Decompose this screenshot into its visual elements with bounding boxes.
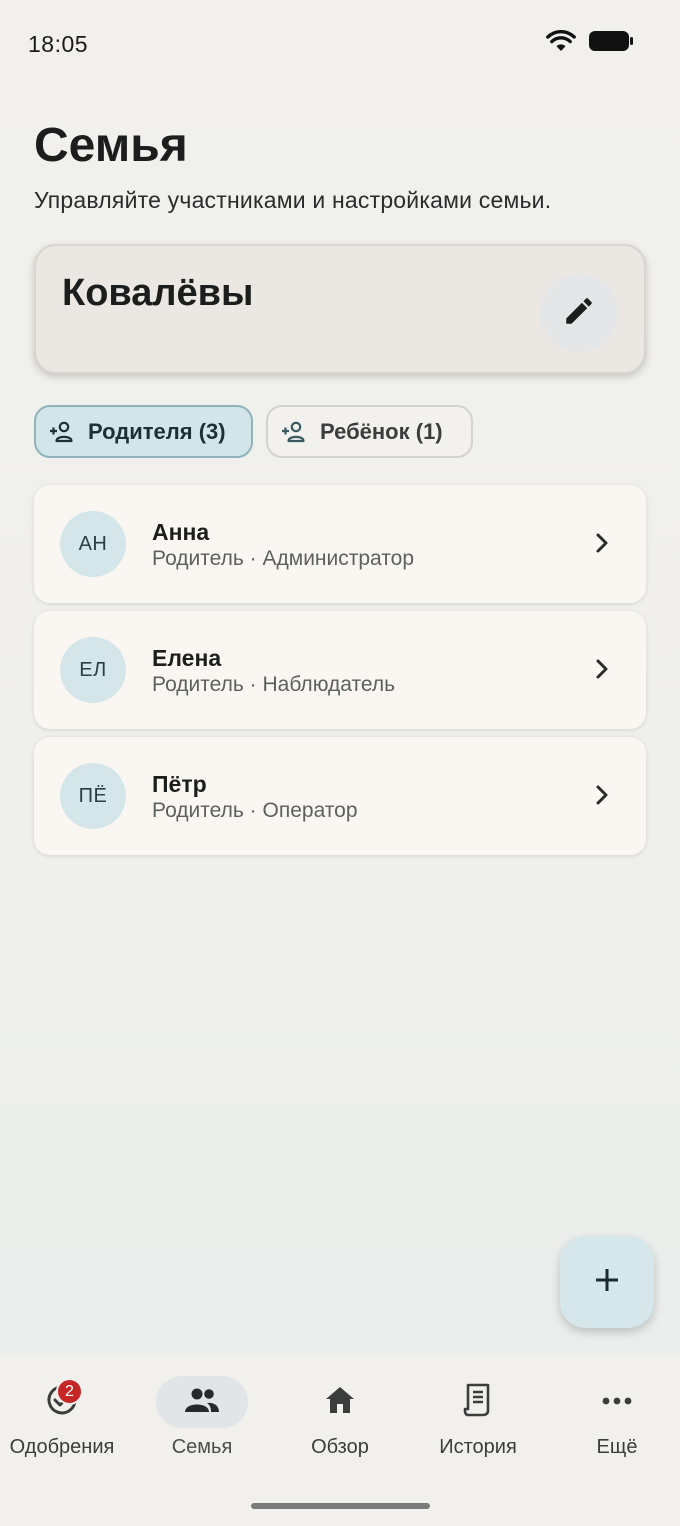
nav-icon-wrap [432,1376,524,1428]
page-subtitle: Управляйте участниками и настройками сем… [34,187,552,213]
people-icon [183,1386,221,1419]
page-title: Семья [34,119,188,172]
member-name: Анна [152,519,210,545]
nav-icon-wrap [571,1376,663,1428]
avatar: ЕЛ [60,637,126,703]
status-icons [546,30,634,52]
add-member-button[interactable] [560,1236,654,1328]
nav-label: Одобрения [9,1436,115,1458]
home-indicator[interactable] [251,1503,430,1509]
approvals-badge: 2 [56,1378,83,1405]
family-name: Ковалёвы [62,272,254,314]
filter-chip-label: Родителя (3) [88,418,226,444]
chevron-right-icon [592,529,612,562]
chevron-right-icon [592,781,612,814]
member-name: Пётр [152,771,207,797]
nav-icon-wrap [156,1376,248,1428]
nav-label: Обзор [311,1436,369,1458]
member-name: Елена [152,645,222,671]
plus-icon [593,1266,621,1299]
wifi-icon [546,30,576,52]
nav-item-family[interactable]: Семья [134,1376,270,1472]
member-role: Родитель · Наблюдатель [152,673,396,696]
nav-label: История [439,1436,517,1458]
nav-item-more[interactable]: Ещё [549,1376,680,1472]
avatar: ПЁ [60,763,126,829]
chevron-right-icon [592,655,612,688]
nav-label: Семья [171,1436,233,1458]
filter-chip-label: Ребёнок (1) [320,418,443,444]
nav-item-overview[interactable]: Обзор [272,1376,408,1472]
family-card: Ковалёвы [34,244,646,374]
member-row-elena[interactable]: ЕЛ Елена Родитель · Наблюдатель [34,611,646,729]
add-person-icon [280,420,308,444]
nav-label: Ещё [596,1436,638,1458]
status-bar: 18:05 [0,0,680,88]
pencil-icon [562,294,596,333]
edit-family-button[interactable] [540,274,618,352]
avatar: АН [60,511,126,577]
member-row-petr[interactable]: ПЁ Пётр Родитель · Оператор [34,737,646,855]
status-time: 18:05 [28,31,89,57]
filter-chip-child[interactable]: Ребёнок (1) [266,405,473,458]
member-role: Родитель · Администратор [152,547,415,570]
battery-icon [588,30,634,52]
bottom-nav: 2 Одобрения Семья Обзор История Ещё [0,1354,680,1526]
nav-item-history[interactable]: История [410,1376,546,1472]
nav-icon-wrap [294,1376,386,1428]
member-row-anna[interactable]: АН Анна Родитель · Администратор [34,485,646,603]
more-icon [601,1393,633,1411]
nav-item-approvals[interactable]: 2 Одобрения [0,1376,130,1472]
filter-chip-parents[interactable]: Родителя (3) [34,405,253,458]
member-role: Родитель · Оператор [152,799,358,822]
receipt-icon [463,1383,493,1422]
add-person-icon [48,420,76,444]
home-icon [323,1384,357,1421]
